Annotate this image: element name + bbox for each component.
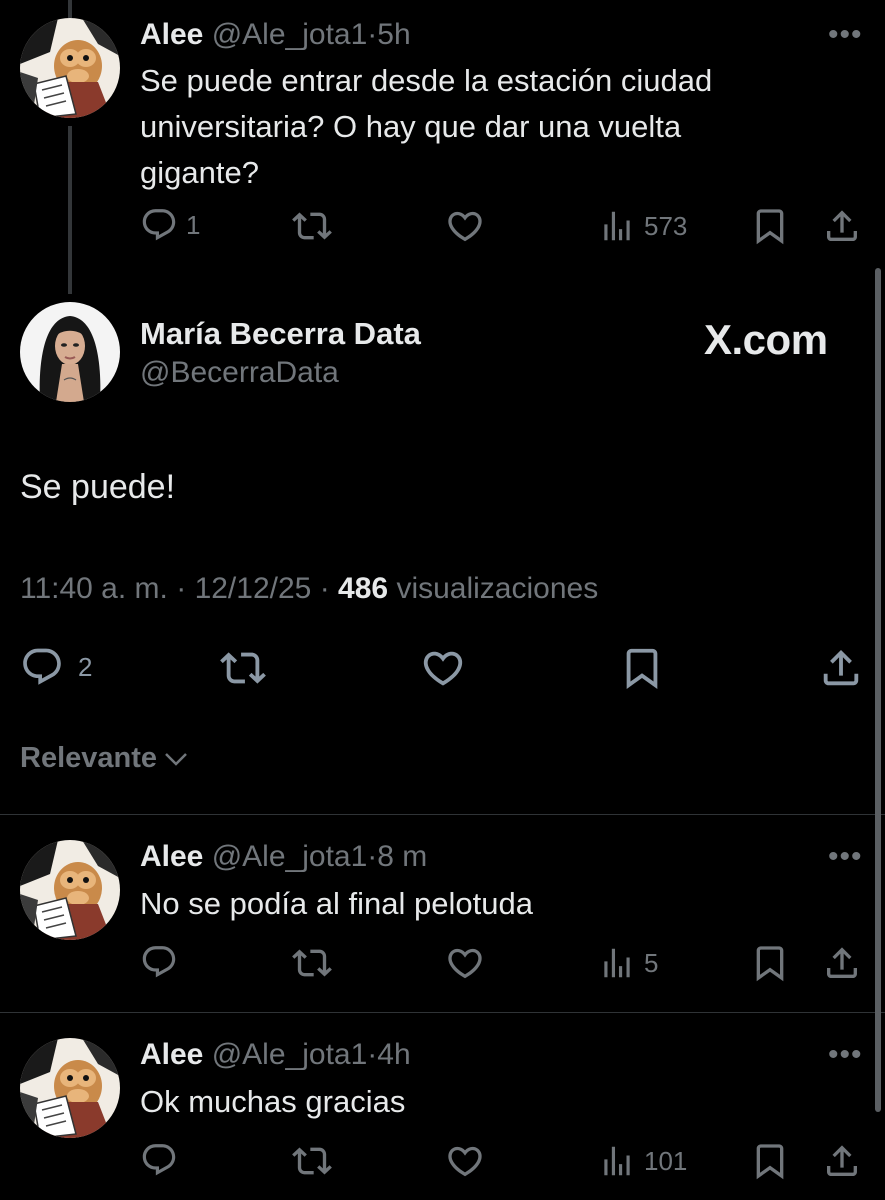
author-handle[interactable]: @Ale_jota1: [212, 1038, 368, 1071]
views-count: 573: [644, 210, 688, 241]
share-icon: [818, 645, 864, 691]
parent-tweet-avatar[interactable]: [20, 18, 120, 118]
parent-tweet-text: Se puede entrar desde la estación ciudad…: [140, 58, 840, 196]
main-tweet-avatar[interactable]: [20, 302, 120, 402]
bookmark-icon: [750, 943, 790, 983]
main-like-button[interactable]: [420, 645, 466, 691]
heart-icon: [445, 943, 485, 983]
text-line: universitaria? O hay que dar una vuelta: [140, 109, 682, 144]
divider: [0, 814, 885, 815]
main-views-count: 486: [338, 572, 389, 605]
author-name[interactable]: Alee: [140, 18, 203, 51]
reply-avatar[interactable]: [20, 1038, 120, 1138]
sort-label: Relevante: [20, 742, 158, 774]
more-options-icon[interactable]: •••: [828, 842, 863, 872]
tweet-time[interactable]: 5h: [377, 18, 410, 51]
author-name[interactable]: Alee: [140, 840, 203, 873]
thread-connector-top: [68, 0, 72, 18]
reply-header: Alee @Ale_jota1·8 m: [140, 840, 427, 874]
main-tweet-time[interactable]: 11:40 a. m.: [20, 572, 168, 605]
bookmark-icon: [750, 206, 790, 246]
repost-icon: [292, 1141, 332, 1181]
reply-icon: [20, 645, 64, 689]
like-button[interactable]: [445, 943, 485, 983]
bookmark-button[interactable]: [750, 1141, 790, 1181]
text-line: gigante?: [140, 155, 259, 190]
more-options-icon[interactable]: •••: [828, 20, 863, 50]
repost-icon: [220, 645, 266, 691]
repost-button[interactable]: [292, 206, 332, 246]
heart-icon: [420, 645, 466, 691]
main-author-handle[interactable]: @BecerraData: [140, 356, 339, 390]
main-author-name[interactable]: María Becerra Data: [140, 316, 421, 352]
repost-icon: [292, 206, 332, 246]
main-tweet-date[interactable]: 12/12/25: [195, 572, 312, 605]
separator-dot: ·: [367, 840, 378, 873]
views-button[interactable]: 101: [598, 1142, 687, 1180]
reply-button[interactable]: [140, 1141, 178, 1179]
heart-icon: [445, 206, 485, 246]
views-button[interactable]: 573: [598, 207, 687, 245]
views-count: 101: [644, 1145, 688, 1176]
author-name[interactable]: Alee: [140, 1038, 203, 1071]
separator-dot: ·: [176, 572, 187, 605]
like-button[interactable]: [445, 1141, 485, 1181]
x-com-watermark: X.com: [704, 316, 828, 363]
main-tweet-meta: 11:40 a. m. · 12/12/25 · 486 visualizaci…: [20, 572, 598, 606]
reply-icon: [140, 206, 178, 244]
main-tweet-text: Se puede!: [20, 468, 176, 506]
share-button[interactable]: [822, 1141, 862, 1181]
main-reply-count: 2: [78, 651, 93, 682]
author-handle[interactable]: @Ale_jota1: [212, 840, 368, 873]
reply-count: 1: [186, 209, 201, 240]
views-icon: [598, 207, 636, 245]
share-icon: [822, 206, 862, 246]
main-reply-button[interactable]: 2: [20, 645, 92, 689]
main-share-button[interactable]: [818, 645, 864, 691]
bookmark-button[interactable]: [750, 206, 790, 246]
divider: [0, 1012, 885, 1013]
views-icon: [598, 1142, 636, 1180]
sort-dropdown[interactable]: Relevante: [20, 742, 191, 775]
views-count: 5: [644, 947, 659, 978]
repost-button[interactable]: [292, 1141, 332, 1181]
bookmark-icon: [619, 645, 665, 691]
separator-dot: ·: [319, 572, 330, 605]
reply-icon: [140, 943, 178, 981]
views-button[interactable]: 5: [598, 944, 658, 982]
repost-button[interactable]: [292, 943, 332, 983]
reply-icon: [140, 1141, 178, 1179]
main-views-label: visualizaciones: [396, 572, 599, 605]
reply-text: No se podía al final pelotuda: [140, 886, 533, 921]
reply-avatar[interactable]: [20, 840, 120, 940]
repost-icon: [292, 943, 332, 983]
share-icon: [822, 1141, 862, 1181]
main-bookmark-button[interactable]: [619, 645, 665, 691]
more-options-icon[interactable]: •••: [828, 1040, 863, 1070]
bookmark-button[interactable]: [750, 943, 790, 983]
reply-text: Ok muchas gracias: [140, 1084, 406, 1119]
reply-button[interactable]: [140, 943, 178, 981]
main-repost-button[interactable]: [220, 645, 266, 691]
share-button[interactable]: [822, 943, 862, 983]
tweet-time[interactable]: 4h: [377, 1038, 410, 1071]
like-button[interactable]: [445, 206, 485, 246]
scrollbar[interactable]: [875, 268, 881, 1112]
share-icon: [822, 943, 862, 983]
reply-header: Alee @Ale_jota1·4h: [140, 1038, 411, 1072]
text-line: Se puede entrar desde la estación ciudad: [140, 63, 713, 98]
heart-icon: [445, 1141, 485, 1181]
thread-connector: [68, 126, 72, 294]
bookmark-icon: [750, 1141, 790, 1181]
author-handle[interactable]: @Ale_jota1: [212, 18, 368, 51]
chevron-down-icon: [165, 752, 187, 766]
separator-dot: ·: [367, 1038, 378, 1071]
reply-button[interactable]: 1: [140, 206, 200, 244]
tweet-time[interactable]: 8 m: [377, 840, 427, 873]
share-button[interactable]: [822, 206, 862, 246]
separator-dot: ·: [367, 18, 378, 51]
parent-tweet-header: Alee @Ale_jota1·5h: [140, 18, 411, 52]
views-icon: [598, 944, 636, 982]
